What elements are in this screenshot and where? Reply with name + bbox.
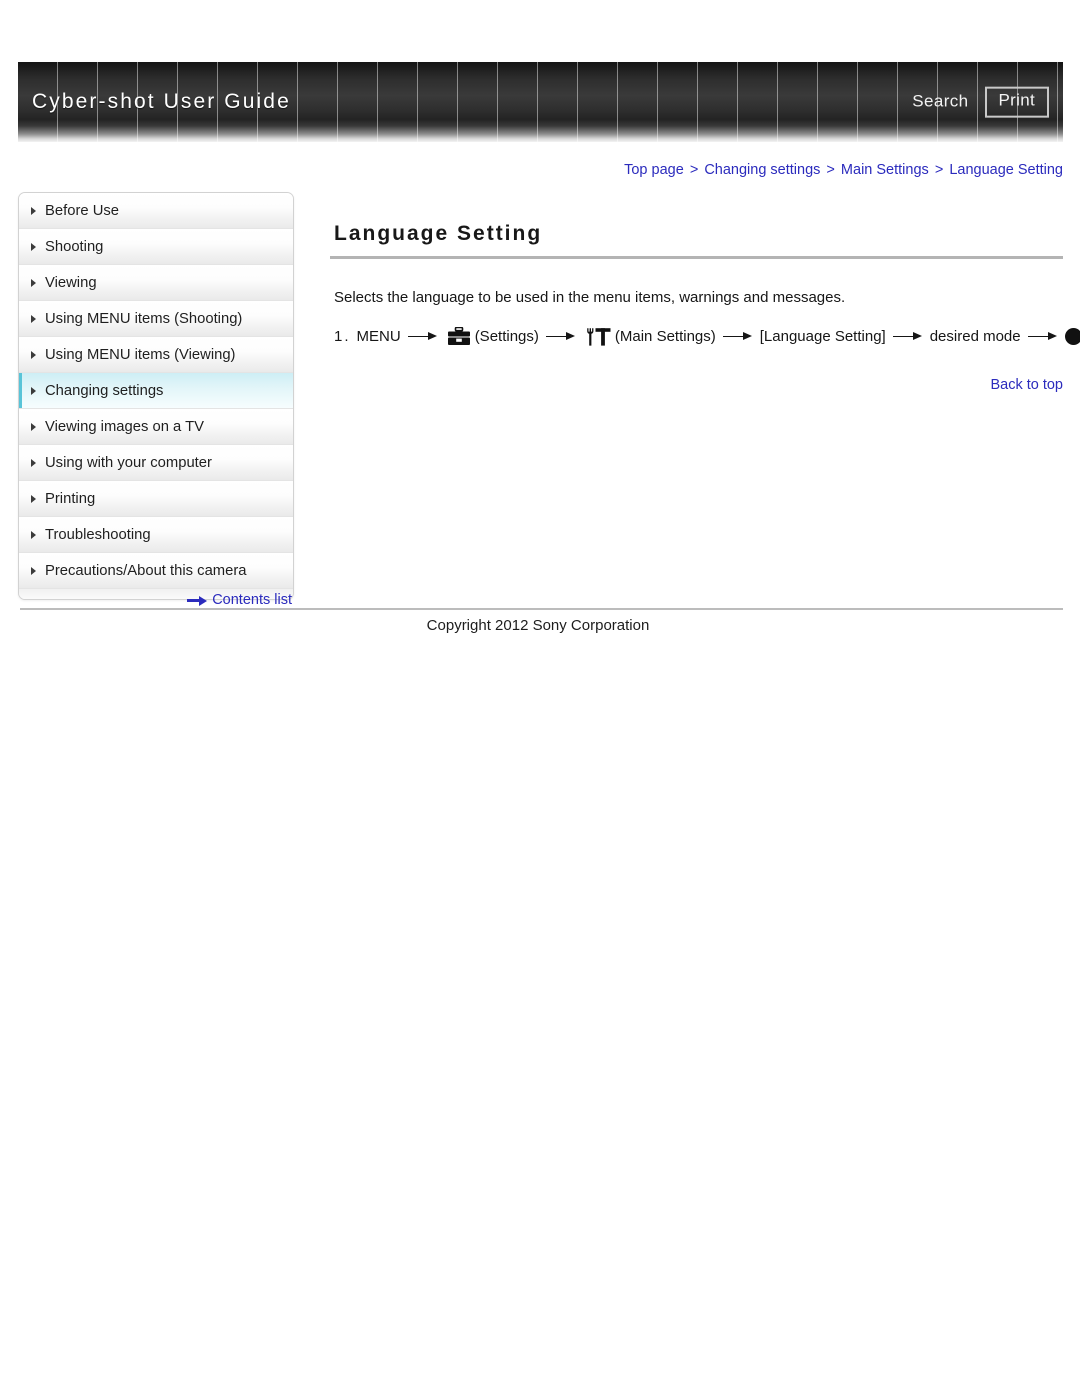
arrow-right-icon (1027, 331, 1058, 343)
language-setting-label: [Language Setting] (759, 328, 886, 346)
breadcrumb-item-language-setting[interactable]: Language Setting (949, 162, 1063, 178)
copyright-text: Copyright 2012 Sony Corporation (426, 617, 650, 634)
center-button-icon (1064, 328, 1080, 346)
menu-label: MENU (356, 328, 401, 346)
desired-mode-label: desired mode (929, 328, 1021, 346)
sidebar-item-using-menu-items-viewing[interactable]: Using MENU items (Viewing) (19, 337, 293, 373)
title-divider (330, 256, 1063, 259)
sidebar-item-label: Changing settings (45, 382, 164, 399)
sidebar-item-changing-settings[interactable]: Changing settings (19, 373, 293, 409)
breadcrumb-separator: > (826, 162, 835, 178)
triangle-bullet-icon (31, 494, 36, 503)
contents-list-row: Contents list (18, 592, 292, 609)
sidebar-item-using-menu-items-shooting[interactable]: Using MENU items (Shooting) (19, 301, 293, 337)
breadcrumb: Top page > Changing settings > Main Sett… (330, 162, 1063, 178)
sidebar-item-precautions-about-this-camera[interactable]: Precautions/About this camera (19, 553, 293, 589)
triangle-bullet-icon (31, 566, 36, 575)
page-title: Language Setting (334, 222, 543, 245)
sidebar-item-label: Shooting (45, 238, 104, 255)
sidebar-item-viewing[interactable]: Viewing (19, 265, 293, 301)
step-number: 1. (334, 328, 351, 346)
main-content: Language Setting Selects the language to… (330, 222, 1080, 393)
contents-list-link[interactable]: Contents list (187, 592, 292, 608)
sidebar-item-label: Printing (45, 490, 96, 507)
sidebar-item-printing[interactable]: Printing (19, 481, 293, 517)
arrow-right-icon (407, 331, 438, 343)
back-to-top-row: Back to top (330, 377, 1063, 393)
triangle-bullet-icon (31, 458, 36, 467)
sidebar-item-label: Before Use (45, 202, 120, 219)
triangle-bullet-icon (31, 206, 36, 215)
breadcrumb-separator: > (689, 162, 699, 178)
sidebar-item-before-use[interactable]: Before Use (19, 193, 293, 229)
sidebar-item-troubleshooting[interactable]: Troubleshooting (19, 517, 293, 553)
arrow-right-icon (187, 595, 208, 606)
breadcrumb-item-changing-settings[interactable]: Changing settings (704, 162, 820, 178)
arrow-right-icon (722, 331, 753, 343)
site-title: Cyber-shot User Guide (32, 90, 291, 113)
sidebar-item-using-with-your-computer[interactable]: Using with your computer (19, 445, 293, 481)
step-instruction: 1. MENU (Settings) (Main Settings) [Lang… (334, 326, 1080, 347)
main-settings-label: (Main Settings) (614, 328, 716, 346)
site-header: Cyber-shot User Guide Search Print (18, 62, 1063, 142)
sidebar-item-shooting[interactable]: Shooting (19, 229, 293, 265)
contents-list-label: Contents list (212, 592, 292, 608)
breadcrumb-separator: > (934, 162, 944, 178)
search-link[interactable]: Search (912, 92, 968, 112)
header-bar: Cyber-shot User Guide Search Print (18, 62, 1063, 142)
sidebar-item-label: Viewing images on a TV (45, 418, 205, 435)
sidebar-item-label: Precautions/About this camera (45, 562, 247, 579)
sidebar-item-label: Using MENU items (Viewing) (45, 346, 236, 363)
settings-label: (Settings) (474, 328, 539, 346)
wrench-main-settings-icon (585, 327, 611, 347)
print-button[interactable]: Print (984, 86, 1049, 118)
sidebar-item-label: Using with your computer (45, 454, 212, 471)
description-text: Selects the language to be used in the m… (334, 289, 846, 306)
arrow-right-icon (545, 331, 576, 343)
toolbox-settings-icon (447, 326, 471, 347)
sidebar-nav: Before Use Shooting Viewing Using MENU i… (18, 192, 294, 600)
breadcrumb-item-top-page[interactable]: Top page (624, 162, 684, 178)
triangle-bullet-icon (31, 242, 36, 251)
arrow-right-icon (892, 331, 923, 343)
triangle-bullet-icon (31, 278, 36, 287)
sidebar-item-viewing-images-on-a-tv[interactable]: Viewing images on a TV (19, 409, 293, 445)
breadcrumb-item-main-settings[interactable]: Main Settings (841, 162, 929, 178)
back-to-top-link[interactable]: Back to top (990, 377, 1063, 393)
triangle-bullet-icon (31, 314, 36, 323)
sidebar-item-label: Viewing (45, 274, 97, 291)
triangle-bullet-icon (31, 530, 36, 539)
sidebar-item-label: Using MENU items (Shooting) (45, 310, 243, 327)
triangle-bullet-icon (31, 422, 36, 431)
header-actions: Search Print (912, 86, 1049, 118)
sidebar-item-label: Troubleshooting (45, 526, 151, 543)
triangle-bullet-icon (31, 350, 36, 359)
triangle-bullet-icon (31, 386, 36, 395)
footer-divider (20, 608, 1063, 610)
